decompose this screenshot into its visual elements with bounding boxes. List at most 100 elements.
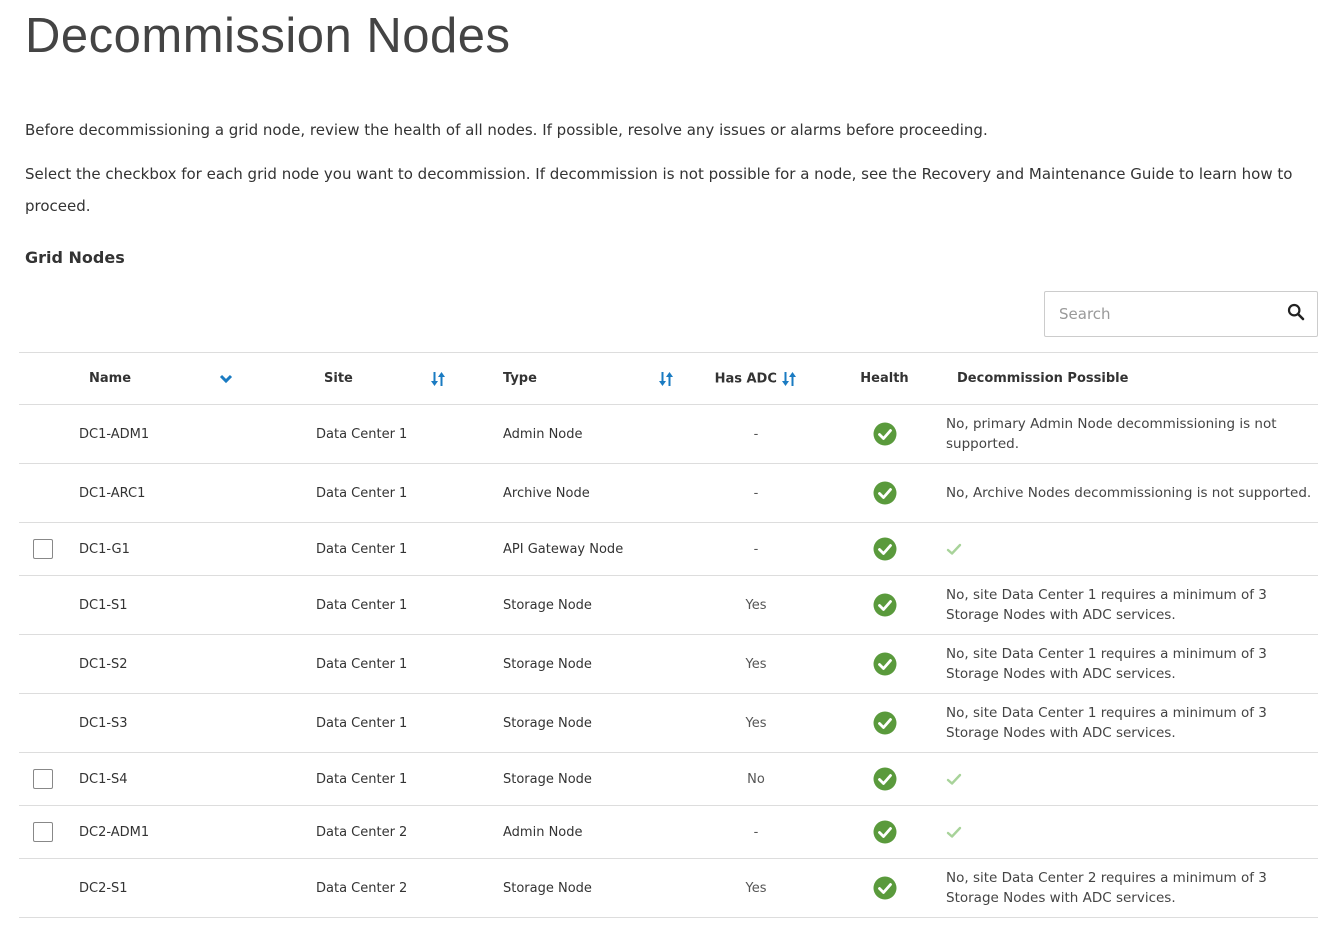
- health-ok-icon: [873, 537, 896, 561]
- node-site-cell: Data Center 1: [277, 463, 492, 523]
- table-row: DC2-ADM1 Data Center 2 Admin Node -: [19, 805, 1318, 859]
- select-cell: [19, 858, 57, 918]
- node-has-adc-cell: -: [696, 463, 816, 523]
- column-header-site[interactable]: Site: [277, 352, 430, 405]
- chevron-down-icon[interactable]: [219, 374, 233, 384]
- health-ok-icon: [873, 876, 896, 900]
- node-has-adc-cell: Yes: [696, 858, 816, 918]
- search-input[interactable]: [1045, 292, 1285, 336]
- check-mark-icon: [946, 773, 962, 785]
- select-node-checkbox[interactable]: [33, 539, 53, 559]
- node-type-cell: Storage Node: [492, 752, 696, 806]
- sort-icon[interactable]: [658, 371, 674, 387]
- select-node-checkbox[interactable]: [33, 822, 53, 842]
- node-health-cell: [816, 858, 941, 918]
- table-row: DC1-G1 Data Center 1 API Gateway Node -: [19, 522, 1318, 576]
- health-ok-icon: [873, 711, 896, 735]
- node-name-cell: DC1-G1: [57, 522, 277, 576]
- node-type-cell: Storage Node: [492, 634, 696, 694]
- column-header-has-adc-label: Has ADC: [714, 371, 777, 386]
- node-has-adc-cell: -: [696, 522, 816, 576]
- table-row: DC1-S1 Data Center 1 Storage Node Yes No, si…: [19, 575, 1318, 635]
- page-title: Decommission Nodes: [25, 9, 511, 63]
- column-header-has-adc[interactable]: Has ADC: [696, 352, 816, 405]
- sort-type-button[interactable]: [658, 352, 696, 405]
- node-has-adc-cell: Yes: [696, 575, 816, 635]
- select-cell: [19, 404, 57, 464]
- node-health-cell: [816, 463, 941, 523]
- intro-text-review: Before decommissioning a grid node, revi…: [25, 121, 988, 139]
- sort-icon[interactable]: [430, 371, 446, 387]
- node-decommission-cell: [941, 752, 1318, 806]
- select-cell: [19, 522, 57, 576]
- sort-name-button[interactable]: [219, 352, 277, 405]
- table-row: DC1-S3 Data Center 1 Storage Node Yes No, si…: [19, 693, 1318, 753]
- node-name-cell: DC1-ARC1: [57, 463, 277, 523]
- node-decommission-cell: No, site Data Center 1 requires a minimu…: [941, 693, 1318, 753]
- node-decommission-cell: No, primary Admin Node decommissioning i…: [941, 404, 1318, 464]
- node-decommission-cell: No, Archive Nodes decommissioning is not…: [941, 463, 1318, 523]
- check-mark-icon: [946, 826, 962, 838]
- select-node-checkbox[interactable]: [33, 769, 53, 789]
- select-cell: [19, 463, 57, 523]
- select-cell: [19, 634, 57, 694]
- node-name-cell: DC1-S1: [57, 575, 277, 635]
- select-cell: [19, 752, 57, 806]
- node-has-adc-cell: No: [696, 752, 816, 806]
- node-health-cell: [816, 404, 941, 464]
- table-row: DC1-ADM1 Data Center 1 Admin Node - No, prim…: [19, 404, 1318, 464]
- search-box: [1044, 291, 1318, 337]
- node-health-cell: [816, 634, 941, 694]
- column-header-name[interactable]: Name: [57, 352, 219, 405]
- node-health-cell: [816, 752, 941, 806]
- node-name-cell: DC1-S2: [57, 634, 277, 694]
- table-row: DC1-S2 Data Center 1 Storage Node Yes No, si…: [19, 634, 1318, 694]
- search-icon[interactable]: [1287, 303, 1305, 321]
- node-health-cell: [816, 575, 941, 635]
- select-cell: [19, 575, 57, 635]
- node-decommission-cell: [941, 522, 1318, 576]
- node-site-cell: Data Center 1: [277, 752, 492, 806]
- health-ok-icon: [873, 652, 896, 676]
- node-site-cell: Data Center 1: [277, 693, 492, 753]
- column-header-type[interactable]: Type: [492, 352, 658, 405]
- node-decommission-cell: No, site Data Center 2 requires a minimu…: [941, 858, 1318, 918]
- node-name-cell: DC1-S3: [57, 693, 277, 753]
- node-has-adc-cell: Yes: [696, 693, 816, 753]
- node-has-adc-cell: -: [696, 404, 816, 464]
- node-name-cell: DC1-ADM1: [57, 404, 277, 464]
- node-site-cell: Data Center 2: [277, 858, 492, 918]
- node-type-cell: Storage Node: [492, 575, 696, 635]
- node-has-adc-cell: -: [696, 805, 816, 859]
- header-select-column: [19, 352, 57, 405]
- node-name-cell: DC2-ADM1: [57, 805, 277, 859]
- node-site-cell: Data Center 1: [277, 404, 492, 464]
- node-health-cell: [816, 522, 941, 576]
- sort-site-button[interactable]: [430, 352, 492, 405]
- column-header-health: Health: [816, 352, 941, 405]
- table-row: DC1-ARC1 Data Center 1 Archive Node - No, Ar…: [19, 463, 1318, 523]
- node-decommission-cell: No, site Data Center 1 requires a minimu…: [941, 575, 1318, 635]
- check-mark-icon: [946, 543, 962, 555]
- node-health-cell: [816, 805, 941, 859]
- node-type-cell: Storage Node: [492, 693, 696, 753]
- node-name-cell: DC2-S1: [57, 858, 277, 918]
- node-site-cell: Data Center 1: [277, 522, 492, 576]
- health-ok-icon: [873, 481, 896, 505]
- table-row: DC1-S4 Data Center 1 Storage Node No: [19, 752, 1318, 806]
- health-ok-icon: [873, 422, 896, 446]
- node-decommission-cell: [941, 805, 1318, 859]
- table-header-row: Name Site Type Has ADC Health Decommissi…: [19, 352, 1318, 405]
- node-site-cell: Data Center 1: [277, 575, 492, 635]
- grid-nodes-table: Name Site Type Has ADC Health Decommissi…: [19, 352, 1318, 918]
- sort-icon[interactable]: [781, 371, 797, 387]
- table-row: DC2-S1 Data Center 2 Storage Node Yes No, si…: [19, 858, 1318, 918]
- node-has-adc-cell: Yes: [696, 634, 816, 694]
- node-health-cell: [816, 693, 941, 753]
- node-site-cell: Data Center 2: [277, 805, 492, 859]
- node-type-cell: Admin Node: [492, 404, 696, 464]
- select-cell: [19, 693, 57, 753]
- health-ok-icon: [873, 820, 896, 844]
- node-site-cell: Data Center 1: [277, 634, 492, 694]
- node-type-cell: API Gateway Node: [492, 522, 696, 576]
